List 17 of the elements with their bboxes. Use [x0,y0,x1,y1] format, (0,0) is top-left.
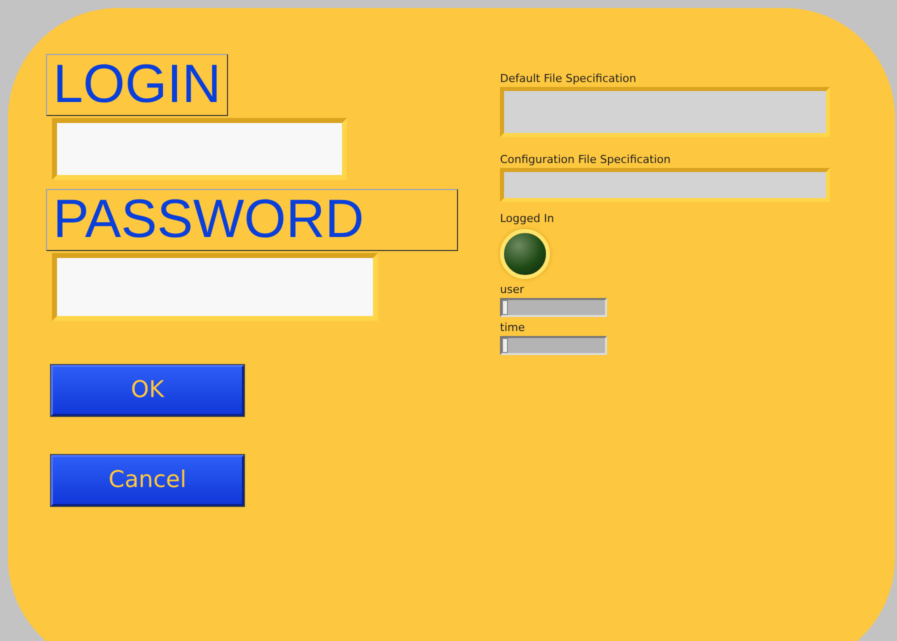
default-file-label: Default File Specification [500,72,638,85]
slider-track[interactable] [500,298,607,317]
slider-label: time [500,321,526,334]
dialog-button[interactable]: OK [51,365,244,416]
password-label: PASSWORD [46,189,458,251]
default-file-field[interactable] [500,87,830,137]
config-file-label: Configuration File Specification [500,153,672,166]
slider-thumb[interactable] [502,338,508,353]
slider-label: user [500,283,525,296]
login-label: LOGIN [46,54,228,116]
dialog-button[interactable]: Cancel [51,455,244,506]
slider-track[interactable] [500,336,607,355]
logged-in-label: Logged In [500,212,556,225]
login-field[interactable] [52,118,347,180]
config-file-field[interactable] [500,168,830,202]
slider-thumb[interactable] [502,300,508,315]
password-field[interactable] [52,253,378,321]
